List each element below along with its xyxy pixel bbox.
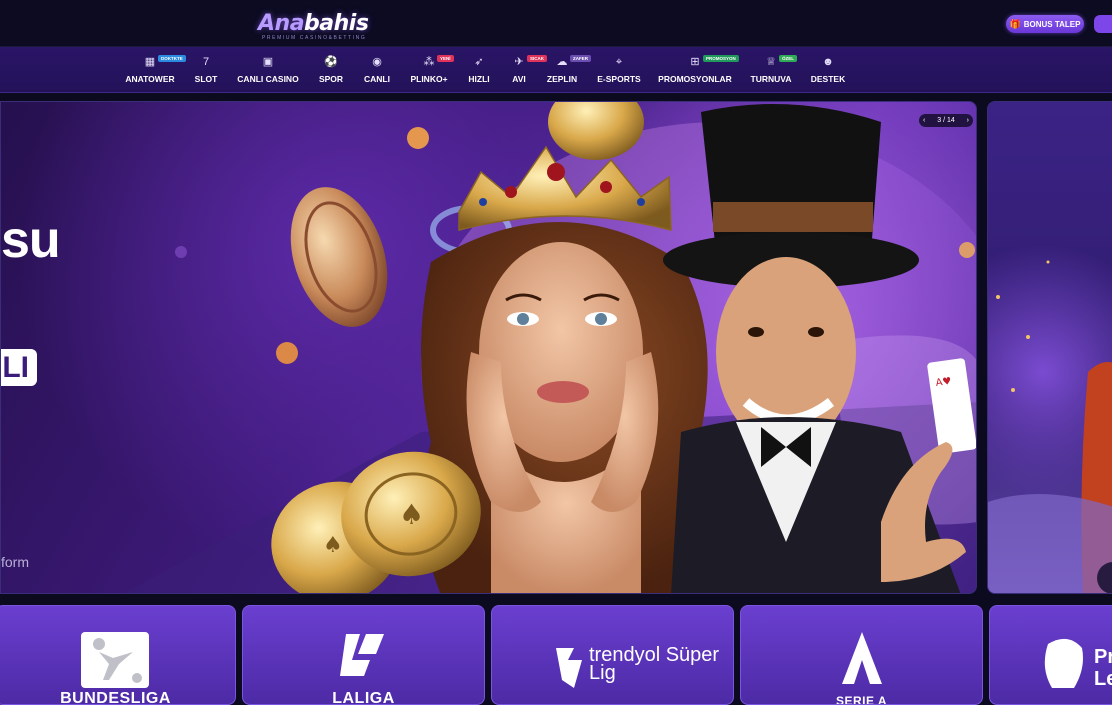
nav-item-label: E-SPORTS: [597, 74, 641, 84]
svg-text:♠: ♠: [323, 533, 343, 558]
league-label: trendyol Süper Lig: [589, 644, 720, 684]
svg-text:♠: ♠: [399, 498, 424, 531]
logo-tagline: PREMIUM CASINO&BETTING: [262, 35, 367, 41]
top-bar: Anabahis PREMIUM CASINO&BETTING 🎁 BONUS …: [0, 0, 1112, 47]
next-slide-preview[interactable]: [987, 101, 1112, 594]
league-row: BUNDESLIGA LALIGA trendyol Süper Lig SER…: [0, 605, 1112, 705]
nav-item-label: CANLI: [364, 74, 390, 84]
bundesliga-logo-icon: [81, 632, 149, 688]
tower-icon: ▦: [144, 56, 156, 68]
slide-index: 3 / 14: [937, 117, 955, 124]
chevron-left-icon[interactable]: ‹: [923, 117, 925, 124]
league-card-bundesliga[interactable]: BUNDESLIGA: [0, 605, 236, 705]
account-button[interactable]: [1094, 15, 1112, 33]
league-label: BUNDESLIGA: [60, 690, 171, 705]
league-label: Pr Le: [1094, 646, 1112, 690]
next-slide-artwork: [988, 260, 1112, 593]
chevron-right-icon[interactable]: ›: [967, 117, 969, 124]
laliga-logo-icon: [340, 634, 384, 676]
bonus-request-button[interactable]: 🎁 BONUS TALEP: [1006, 15, 1084, 33]
slide-counter: ‹ 3 / 14 ›: [919, 114, 973, 127]
nav-item-label: CANLI CASINO: [237, 74, 299, 84]
nav-item-destek[interactable]: ☻ DESTEK: [788, 47, 868, 93]
premier-league-lion-icon: [1044, 638, 1083, 688]
bonus-request-label: BONUS TALEP: [1023, 19, 1081, 29]
gift-icon: ⊞: [690, 56, 700, 68]
zeppelin-icon: ☁: [556, 56, 568, 68]
main-nav: ▦ ANATOWER DOKTKTE 7 SLOT ▣ CANLI CASINO ⚽ SPOR ◉…: [0, 47, 1112, 93]
support-icon: ☻: [822, 56, 834, 68]
plinko-icon: ⁂: [423, 56, 435, 68]
league-card-premier-league[interactable]: Pr Le: [989, 605, 1112, 705]
nav-item-label: SLOT: [194, 74, 218, 84]
gift-icon: 🎁: [1009, 18, 1021, 29]
trophy-icon: ♕: [766, 56, 776, 68]
svg-text:A♥: A♥: [935, 376, 952, 389]
hero-artwork: A♥ ♠ ♠: [124, 102, 976, 593]
nav-item-label: TURNUVA: [750, 74, 792, 84]
slide-headline: su: [1, 211, 61, 269]
slide-cta-button[interactable]: LI: [1, 349, 37, 386]
ball-icon: ⚽: [324, 56, 338, 68]
league-card-serie-a[interactable]: SERIE A: [740, 605, 983, 705]
league-card-superlig[interactable]: trendyol Süper Lig: [491, 605, 734, 705]
league-label: LALIGA: [332, 690, 395, 705]
nav-item-promosyonlar[interactable]: ⊞ PROMOSYONLAR PROMOSYON: [655, 47, 739, 93]
nav-item-label: DESTEK: [810, 74, 846, 84]
live-icon: ◉: [372, 56, 382, 68]
nav-item-e-sports[interactable]: ⌖ E-SPORTS: [579, 47, 659, 93]
nav-item-label: PROMOSYONLAR: [658, 74, 732, 84]
slide-subtitle: form: [1, 554, 29, 570]
serie-a-logo-icon: [842, 632, 882, 684]
site-logo[interactable]: Anabahis: [258, 11, 369, 36]
nav-item-label: ZEPLIN: [546, 74, 578, 84]
gamepad-icon: ⌖: [615, 56, 623, 68]
cards-icon: ▣: [262, 56, 274, 68]
league-card-laliga[interactable]: LALIGA: [242, 605, 485, 705]
hero-slider[interactable]: A♥ ♠ ♠ su LI form ‹ 3 / 14 ›: [0, 101, 977, 594]
seven-icon: 7: [202, 56, 210, 68]
